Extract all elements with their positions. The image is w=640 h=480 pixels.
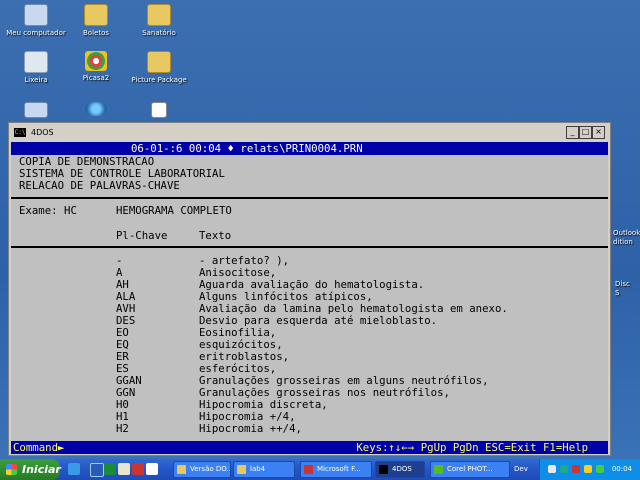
close-button[interactable]: ×: [592, 126, 605, 139]
tray-icon[interactable]: [584, 465, 592, 473]
console-header-text: 06-01-:6 00:04 ♦ relats\PRIN0004.PRN: [131, 142, 363, 155]
minimize-button[interactable]: _: [566, 126, 579, 139]
taskbar-task[interactable]: Microsoft F...: [300, 461, 372, 478]
console-screen[interactable]: 06-01-:6 00:04 ♦ relats\PRIN0004.PRN COP…: [11, 142, 608, 454]
window-title: 4DOS: [31, 128, 54, 137]
desktop-partial-label: Disc: [615, 280, 630, 288]
quicklaunch-app-icon[interactable]: [132, 463, 144, 475]
taskbar-task-active[interactable]: 4DOS: [375, 461, 425, 478]
column-header-key: Pl-Chave: [116, 229, 168, 242]
divider: [11, 197, 608, 199]
globe-icon: [85, 102, 107, 116]
computer-icon: [24, 4, 48, 26]
console-window: C:\ 4DOS _ □ × 06-01-:6 00:04 ♦ relats\P…: [8, 122, 611, 456]
system-tray: 00:04: [539, 459, 640, 480]
desktop-icon-sanatorio[interactable]: Sanatório: [123, 4, 195, 37]
quicklaunch-desktop-icon[interactable]: [68, 463, 80, 475]
recycle-bin-icon: [24, 51, 48, 73]
network-icon: [24, 102, 48, 118]
taskbar-task[interactable]: Versão DO...: [173, 461, 231, 478]
dev-toolbar-label[interactable]: Dev: [514, 459, 528, 480]
start-button[interactable]: Iniciar: [0, 459, 61, 480]
picasa-icon: [85, 51, 107, 71]
taskbar-task[interactable]: lab4: [233, 461, 295, 478]
desktop-icon-picasa[interactable]: Picasa2: [60, 51, 132, 82]
document-icon: [177, 465, 186, 474]
window-titlebar[interactable]: C:\ 4DOS _ □ ×: [10, 124, 609, 141]
desktop-partial-label: Outlook: [613, 229, 640, 237]
quicklaunch-excel-icon[interactable]: [104, 463, 116, 475]
folder-icon: [237, 465, 246, 474]
report-title-line: RELACAO DE PALAVRAS-CHAVE: [19, 179, 180, 192]
desktop-icon-picture-package[interactable]: Picture Package: [123, 51, 195, 84]
desktop-partial-label: S: [615, 289, 620, 297]
app-icon: [434, 465, 443, 474]
clock[interactable]: 00:04: [612, 459, 632, 480]
app-icon: [304, 465, 313, 474]
desktop-partial-label: dition: [613, 238, 633, 246]
tray-icon[interactable]: [560, 465, 568, 473]
taskbar: Iniciar Versão DO... lab4 Microsoft F...…: [0, 459, 640, 480]
taskbar-task[interactable]: Corel PHOT...: [430, 461, 510, 478]
row-key: H2: [116, 422, 129, 435]
command-prompt[interactable]: Command►: [13, 441, 64, 454]
tray-icon[interactable]: [548, 465, 556, 473]
column-header-text: Texto: [199, 229, 232, 242]
exam-label: Exame: HC: [19, 204, 77, 217]
console-header-bar: 06-01-:6 00:04 ♦ relats\PRIN0004.PRN: [11, 142, 608, 155]
desktop-icon-globe[interactable]: [60, 102, 132, 119]
document-icon: [151, 102, 167, 118]
tray-icon[interactable]: [572, 465, 580, 473]
maximize-button[interactable]: □: [579, 126, 592, 139]
keys-hint: Keys:↑↓←→ PgUp PgDn ESC=Exit F1=Help: [356, 441, 588, 454]
desktop-icon-boletos[interactable]: Boletos: [60, 4, 132, 37]
console-icon: [379, 465, 388, 474]
start-label: Iniciar: [22, 463, 61, 476]
quicklaunch-app-icon[interactable]: [118, 463, 130, 475]
quicklaunch-app-icon[interactable]: [146, 463, 158, 475]
folder-icon: [147, 4, 171, 26]
desktop-icon-document[interactable]: [123, 102, 195, 121]
exam-name: HEMOGRAMA COMPLETO: [116, 204, 232, 217]
console-icon: C:\: [14, 128, 26, 137]
folder-icon: [84, 4, 108, 26]
folder-icon: [147, 51, 171, 73]
quicklaunch-word-icon[interactable]: [90, 463, 104, 477]
row-text: Hipocromia ++/4,: [199, 422, 302, 435]
tray-icon[interactable]: [596, 465, 604, 473]
windows-flag-icon: [6, 464, 17, 475]
console-status-bar: Command► Keys:↑↓←→ PgUp PgDn ESC=Exit F1…: [11, 441, 608, 454]
divider: [11, 246, 608, 248]
